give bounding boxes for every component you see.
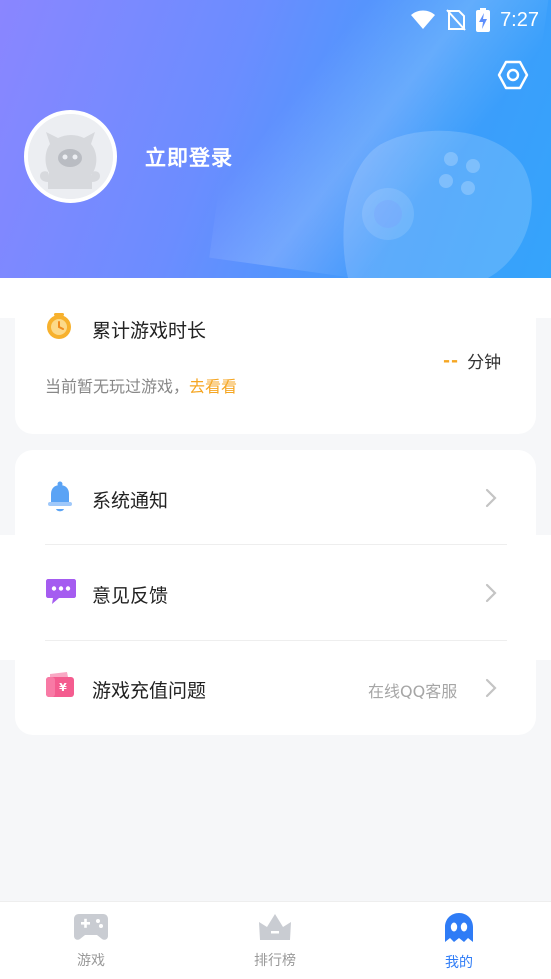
nav-tab-ranking[interactable]: 排行榜 [215,912,335,970]
nav-label-ranking: 排行榜 [254,953,296,969]
browse-games-link[interactable]: 去看看 [189,377,237,396]
menu-item-recharge[interactable]: ¥ 游戏充值问题 在线QQ客服 [15,640,536,735]
chat-bubble-icon [46,579,76,604]
status-time: 7:27 [500,8,539,31]
nav-tab-games[interactable]: 游戏 [31,912,151,970]
playtime-card: 累计游戏时长 -- 分钟 当前暂无玩过游戏，去看看 [15,300,536,434]
svg-text:¥: ¥ [59,681,67,694]
menu-label-recharge: 游戏充值问题 [92,680,207,702]
chevron-right-icon [485,678,497,698]
playtime-subtitle: 当前暂无玩过游戏，去看看 [45,373,237,397]
battery-charging-icon [476,8,491,32]
bottom-nav: 游戏 排行榜 我的 [0,901,551,979]
menu-label-feedback: 意见反馈 [92,585,169,607]
menu-label-system-notice: 系统通知 [92,490,169,512]
gamepad-watermark-icon [343,130,532,278]
nav-label-mine: 我的 [445,955,473,971]
wifi-icon [411,10,436,29]
no-sim-icon [446,9,466,31]
playtime-value: -- 分钟 [443,348,502,374]
alarm-clock-icon [47,313,71,339]
chevron-right-icon [485,488,497,508]
menu-card: 系统通知 意见反馈 ¥ 游戏充值问题 在线QQ客服 [15,450,536,735]
crown-icon [259,914,291,940]
qq-support-link[interactable]: 在线QQ客服 [368,678,457,702]
playtime-unit: 分钟 [467,353,502,373]
gamepad-icon [74,914,108,940]
menu-item-feedback[interactable]: 意见反馈 [15,545,536,640]
playtime-subtitle-text: 当前暂无玩过游戏， [45,377,190,396]
bell-icon [48,481,72,512]
nav-tab-mine[interactable]: 我的 [399,912,519,972]
settings-button[interactable] [495,57,531,93]
nav-label-games: 游戏 [77,953,105,969]
side-band-left [0,535,15,660]
menu-item-system-notice[interactable]: 系统通知 [15,450,536,545]
default-avatar-icon [28,114,113,199]
status-bar: 7:27 [0,0,551,40]
playtime-number: -- [443,350,460,371]
settings-hexagon-icon [497,60,529,90]
side-band-right [536,535,551,660]
chevron-right-icon [485,583,497,603]
ghost-icon [445,913,473,942]
playtime-title: 累计游戏时长 [92,320,207,342]
recharge-wallet-icon: ¥ [46,672,74,697]
profile-header: 7:27 立即登录 [0,0,551,278]
login-link[interactable]: 立即登录 [145,142,233,172]
avatar[interactable] [24,110,117,203]
